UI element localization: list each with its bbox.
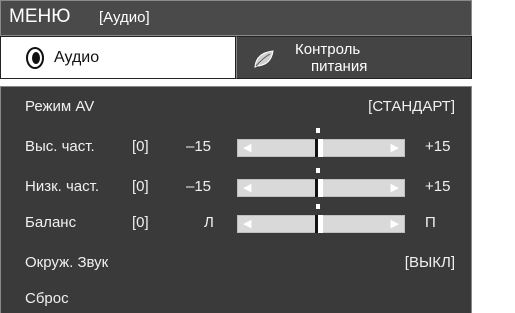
balance-left: Л bbox=[204, 214, 214, 231]
balance-slider-knob[interactable] bbox=[315, 215, 323, 233]
surround-value: [ВЫКЛ] bbox=[404, 254, 455, 271]
bass-slider[interactable]: ◀ ▶ bbox=[237, 168, 405, 197]
reset-label: Сброс bbox=[25, 290, 69, 307]
slider-left-arrow-icon: ◀ bbox=[243, 218, 252, 230]
slider-right-arrow-icon: ▶ bbox=[390, 218, 399, 230]
slider-center-mark bbox=[316, 168, 320, 173]
tab-audio[interactable]: Аудио bbox=[0, 36, 236, 79]
bass-max: +15 bbox=[425, 178, 451, 195]
slider-center-mark bbox=[316, 204, 320, 209]
bass-label: Низк. част. bbox=[25, 178, 100, 195]
tab-power-control[interactable]: Контроль питания bbox=[236, 36, 472, 79]
treble-min: –15 bbox=[186, 138, 212, 155]
treble-slider[interactable]: ◀ ▶ bbox=[237, 128, 405, 157]
balance-label: Баланс bbox=[25, 214, 77, 231]
audio-settings-panel: Режим AV [СТАНДАРТ] Выс. част. [0] –15 ◀… bbox=[0, 86, 472, 313]
slider-left-arrow-icon: ◀ bbox=[243, 142, 252, 154]
reset-row[interactable]: Сброс bbox=[1, 285, 473, 313]
menu-section: [Аудио] bbox=[99, 9, 150, 26]
treble-slider-knob[interactable] bbox=[315, 139, 323, 157]
slider-right-arrow-icon: ▶ bbox=[390, 182, 399, 194]
slider-center-mark bbox=[316, 128, 320, 133]
balance-row[interactable]: Баланс [0] Л ◀ ▶ П bbox=[1, 204, 473, 237]
treble-max: +15 bbox=[425, 138, 451, 155]
balance-value: [0] bbox=[132, 214, 149, 231]
tab-power-label: Контроль питания bbox=[295, 41, 367, 75]
surround-label: Окруж. Звук bbox=[25, 254, 109, 271]
treble-label: Выс. част. bbox=[25, 138, 95, 155]
slider-left-arrow-icon: ◀ bbox=[243, 182, 252, 194]
bass-value: [0] bbox=[132, 178, 149, 195]
leaf-icon bbox=[254, 50, 274, 68]
bass-min: –15 bbox=[186, 178, 212, 195]
treble-row[interactable]: Выс. част. [0] –15 ◀ ▶ +15 bbox=[1, 128, 473, 161]
surround-row[interactable]: Окруж. Звук [ВЫКЛ] bbox=[1, 249, 473, 277]
menu-title: МЕНЮ bbox=[9, 6, 71, 27]
balance-right: П bbox=[425, 214, 436, 231]
bass-row[interactable]: Низк. част. [0] –15 ◀ ▶ +15 bbox=[1, 168, 473, 201]
tab-audio-label: Аудио bbox=[54, 49, 100, 66]
bass-slider-knob[interactable] bbox=[315, 179, 323, 197]
tab-power-label-line1: Контроль bbox=[295, 41, 361, 58]
tab-power-label-line2: питания bbox=[311, 58, 368, 75]
menu-title-bar: МЕНЮ [Аудио] bbox=[0, 0, 472, 36]
speaker-icon bbox=[26, 47, 44, 69]
slider-right-arrow-icon: ▶ bbox=[390, 142, 399, 154]
av-mode-row[interactable]: Режим AV [СТАНДАРТ] bbox=[1, 93, 473, 121]
treble-value: [0] bbox=[132, 138, 149, 155]
av-mode-label: Режим AV bbox=[25, 98, 95, 115]
balance-slider[interactable]: ◀ ▶ bbox=[237, 204, 405, 233]
av-mode-value: [СТАНДАРТ] bbox=[368, 98, 455, 115]
